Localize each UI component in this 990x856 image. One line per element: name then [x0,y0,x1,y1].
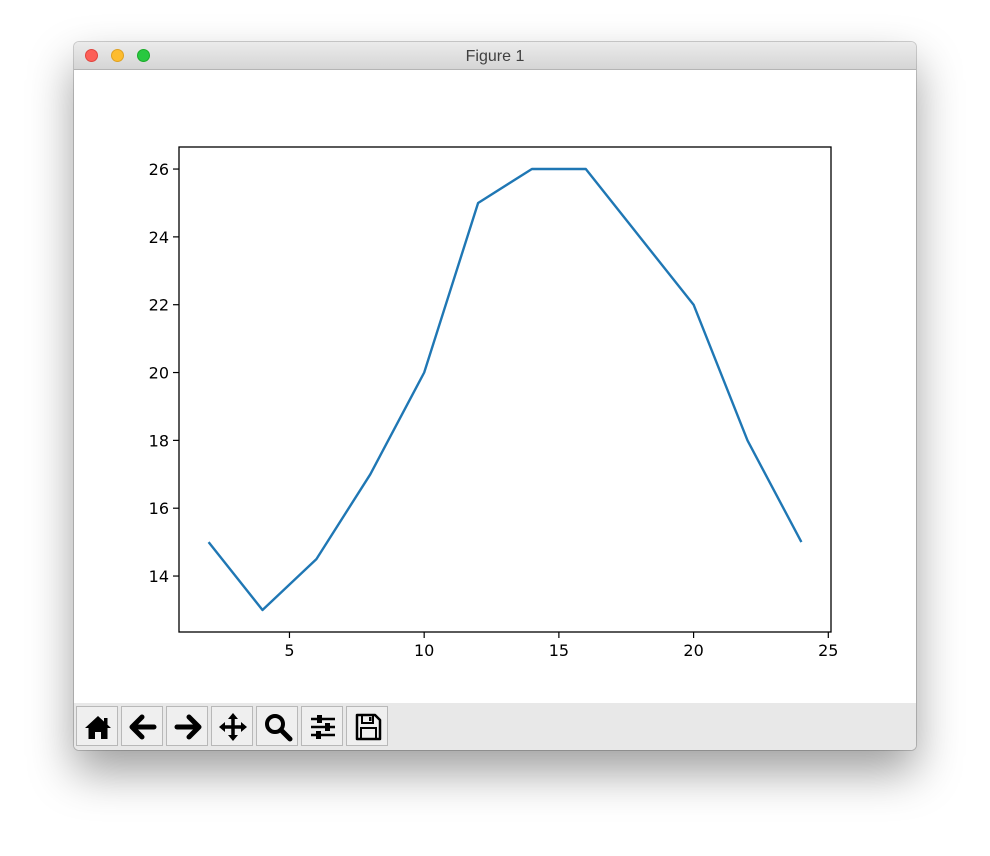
y-tick-label: 16 [149,499,169,518]
arrow-left-icon [129,714,157,740]
configure-subplots-button[interactable] [301,706,343,746]
figure-window: Figure 1 5 10 15 20 25 14 16 18 20 22 24 26 [74,42,916,750]
series-line [207,167,803,612]
home-icon [85,716,111,739]
y-axis: 14 16 18 20 22 24 26 [149,160,179,586]
y-tick-label: 18 [149,431,169,450]
figure-canvas[interactable]: 5 10 15 20 25 14 16 18 20 22 24 26 [74,70,916,703]
x-axis: 5 10 15 20 25 [284,632,838,660]
search-icon [265,714,293,742]
y-tick-label: 22 [149,296,169,315]
floppy-disk-icon [355,713,382,741]
sliders-icon [311,715,335,739]
arrow-right-icon [174,714,202,740]
x-tick-label: 10 [414,641,434,660]
home-button[interactable] [76,706,118,746]
y-tick-label: 20 [149,364,169,383]
x-tick-label: 20 [683,641,703,660]
navigation-toolbar [74,703,916,750]
move-icon [219,713,247,741]
y-tick-label: 24 [149,228,169,247]
line-chart: 5 10 15 20 25 14 16 18 20 22 24 26 [149,146,838,660]
save-button[interactable] [346,706,388,746]
y-tick-label: 14 [149,567,169,586]
x-tick-label: 5 [284,641,294,660]
pan-button[interactable] [211,706,253,746]
title-bar[interactable]: Figure 1 [74,42,916,70]
x-tick-label: 15 [549,641,569,660]
back-button[interactable] [121,706,163,746]
plot-frame [178,146,832,633]
x-tick-label: 25 [818,641,838,660]
y-tick-label: 26 [149,160,169,179]
zoom-button[interactable] [256,706,298,746]
forward-button[interactable] [166,706,208,746]
window-title: Figure 1 [465,48,525,65]
